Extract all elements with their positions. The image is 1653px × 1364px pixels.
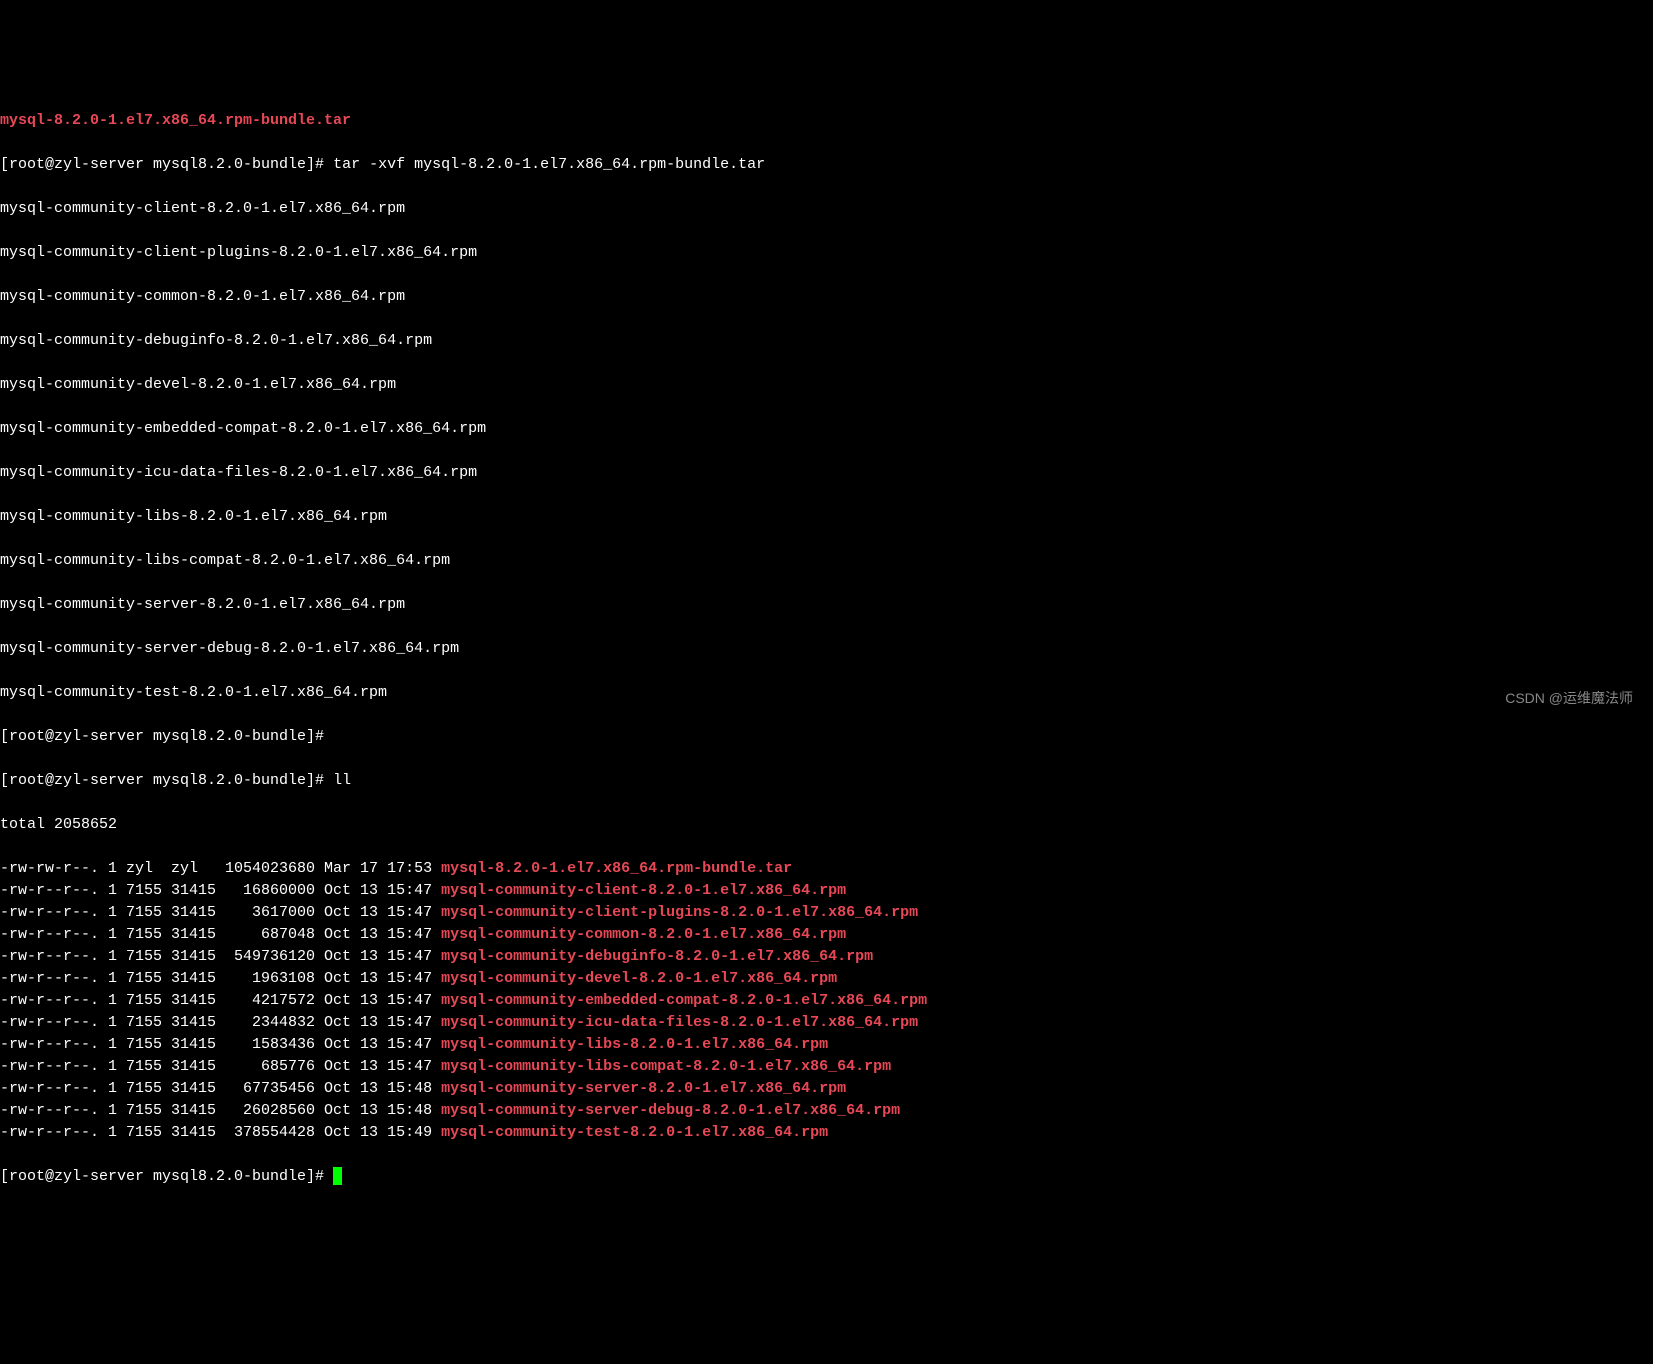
ls-filename: mysql-8.2.0-1.el7.x86_64.rpm-bundle.tar	[441, 860, 792, 877]
ls-permissions: -rw-r--r--. 1 7155 31415 26028560 Oct 13…	[0, 1102, 441, 1119]
ls-filename: mysql-community-devel-8.2.0-1.el7.x86_64…	[441, 970, 837, 987]
tar-output: mysql-community-libs-compat-8.2.0-1.el7.…	[0, 550, 1653, 572]
ls-listing: -rw-rw-r--. 1 zyl zyl 1054023680 Mar 17 …	[0, 858, 1653, 1144]
ls-permissions: -rw-r--r--. 1 7155 31415 1583436 Oct 13 …	[0, 1036, 441, 1053]
ls-filename: mysql-community-embedded-compat-8.2.0-1.…	[441, 992, 927, 1009]
tar-output: mysql-community-libs-8.2.0-1.el7.x86_64.…	[0, 506, 1653, 528]
ls-row: -rw-r--r--. 1 7155 31415 1583436 Oct 13 …	[0, 1034, 1653, 1056]
ls-total: total 2058652	[0, 814, 1653, 836]
cursor-icon	[333, 1167, 342, 1185]
ls-permissions: -rw-r--r--. 1 7155 31415 67735456 Oct 13…	[0, 1080, 441, 1097]
ls-filename: mysql-community-server-8.2.0-1.el7.x86_6…	[441, 1080, 846, 1097]
tar-output: mysql-community-server-8.2.0-1.el7.x86_6…	[0, 594, 1653, 616]
ls-permissions: -rw-r--r--. 1 7155 31415 2344832 Oct 13 …	[0, 1014, 441, 1031]
ls-row: -rw-r--r--. 1 7155 31415 549736120 Oct 1…	[0, 946, 1653, 968]
ls-filename: mysql-community-icu-data-files-8.2.0-1.e…	[441, 1014, 918, 1031]
tar-output: mysql-community-client-plugins-8.2.0-1.e…	[0, 242, 1653, 264]
ls-permissions: -rw-r--r--. 1 7155 31415 4217572 Oct 13 …	[0, 992, 441, 1009]
watermark-text: CSDN @运维魔法师	[1505, 687, 1633, 709]
ls-row: -rw-rw-r--. 1 zyl zyl 1054023680 Mar 17 …	[0, 858, 1653, 880]
terminal-output[interactable]: mysql-8.2.0-1.el7.x86_64.rpm-bundle.tar …	[0, 88, 1653, 1210]
ls-row: -rw-r--r--. 1 7155 31415 685776 Oct 13 1…	[0, 1056, 1653, 1078]
ls-filename: mysql-community-client-8.2.0-1.el7.x86_6…	[441, 882, 846, 899]
ls-permissions: -rw-r--r--. 1 7155 31415 1963108 Oct 13 …	[0, 970, 441, 987]
ls-row: -rw-r--r--. 1 7155 31415 16860000 Oct 13…	[0, 880, 1653, 902]
tar-output: mysql-community-debuginfo-8.2.0-1.el7.x8…	[0, 330, 1653, 352]
ls-row: -rw-r--r--. 1 7155 31415 2344832 Oct 13 …	[0, 1012, 1653, 1034]
ls-filename: mysql-community-common-8.2.0-1.el7.x86_6…	[441, 926, 846, 943]
ls-row: -rw-r--r--. 1 7155 31415 687048 Oct 13 1…	[0, 924, 1653, 946]
prompt-line-tar: [root@zyl-server mysql8.2.0-bundle]# tar…	[0, 154, 1653, 176]
ls-row: -rw-r--r--. 1 7155 31415 67735456 Oct 13…	[0, 1078, 1653, 1100]
ls-permissions: -rw-r--r--. 1 7155 31415 3617000 Oct 13 …	[0, 904, 441, 921]
ls-permissions: -rw-r--r--. 1 7155 31415 16860000 Oct 13…	[0, 882, 441, 899]
partial-line-top: mysql-8.2.0-1.el7.x86_64.rpm-bundle.tar	[0, 110, 1653, 132]
ls-filename: mysql-community-libs-8.2.0-1.el7.x86_64.…	[441, 1036, 828, 1053]
ls-filename: mysql-community-server-debug-8.2.0-1.el7…	[441, 1102, 900, 1119]
prompt-cursor-line[interactable]: [root@zyl-server mysql8.2.0-bundle]#	[0, 1166, 1653, 1188]
tar-output: mysql-community-embedded-compat-8.2.0-1.…	[0, 418, 1653, 440]
tar-output: mysql-community-icu-data-files-8.2.0-1.e…	[0, 462, 1653, 484]
tar-output: mysql-community-client-8.2.0-1.el7.x86_6…	[0, 198, 1653, 220]
ls-filename: mysql-community-test-8.2.0-1.el7.x86_64.…	[441, 1124, 828, 1141]
ls-row: -rw-r--r--. 1 7155 31415 1963108 Oct 13 …	[0, 968, 1653, 990]
ls-row: -rw-r--r--. 1 7155 31415 378554428 Oct 1…	[0, 1122, 1653, 1144]
ls-permissions: -rw-rw-r--. 1 zyl zyl 1054023680 Mar 17 …	[0, 860, 441, 877]
ls-row: -rw-r--r--. 1 7155 31415 3617000 Oct 13 …	[0, 902, 1653, 924]
ls-permissions: -rw-r--r--. 1 7155 31415 685776 Oct 13 1…	[0, 1058, 441, 1075]
tar-output: mysql-community-test-8.2.0-1.el7.x86_64.…	[0, 682, 1653, 704]
ls-filename: mysql-community-libs-compat-8.2.0-1.el7.…	[441, 1058, 891, 1075]
ls-row: -rw-r--r--. 1 7155 31415 4217572 Oct 13 …	[0, 990, 1653, 1012]
prompt-empty: [root@zyl-server mysql8.2.0-bundle]#	[0, 726, 1653, 748]
tar-output: mysql-community-devel-8.2.0-1.el7.x86_64…	[0, 374, 1653, 396]
ls-row: -rw-r--r--. 1 7155 31415 26028560 Oct 13…	[0, 1100, 1653, 1122]
prompt-line-ll: [root@zyl-server mysql8.2.0-bundle]# ll	[0, 770, 1653, 792]
tar-output: mysql-community-server-debug-8.2.0-1.el7…	[0, 638, 1653, 660]
ls-permissions: -rw-r--r--. 1 7155 31415 549736120 Oct 1…	[0, 948, 441, 965]
ls-filename: mysql-community-client-plugins-8.2.0-1.e…	[441, 904, 918, 921]
ls-filename: mysql-community-debuginfo-8.2.0-1.el7.x8…	[441, 948, 873, 965]
tar-output: mysql-community-common-8.2.0-1.el7.x86_6…	[0, 286, 1653, 308]
ls-permissions: -rw-r--r--. 1 7155 31415 378554428 Oct 1…	[0, 1124, 441, 1141]
ls-permissions: -rw-r--r--. 1 7155 31415 687048 Oct 13 1…	[0, 926, 441, 943]
